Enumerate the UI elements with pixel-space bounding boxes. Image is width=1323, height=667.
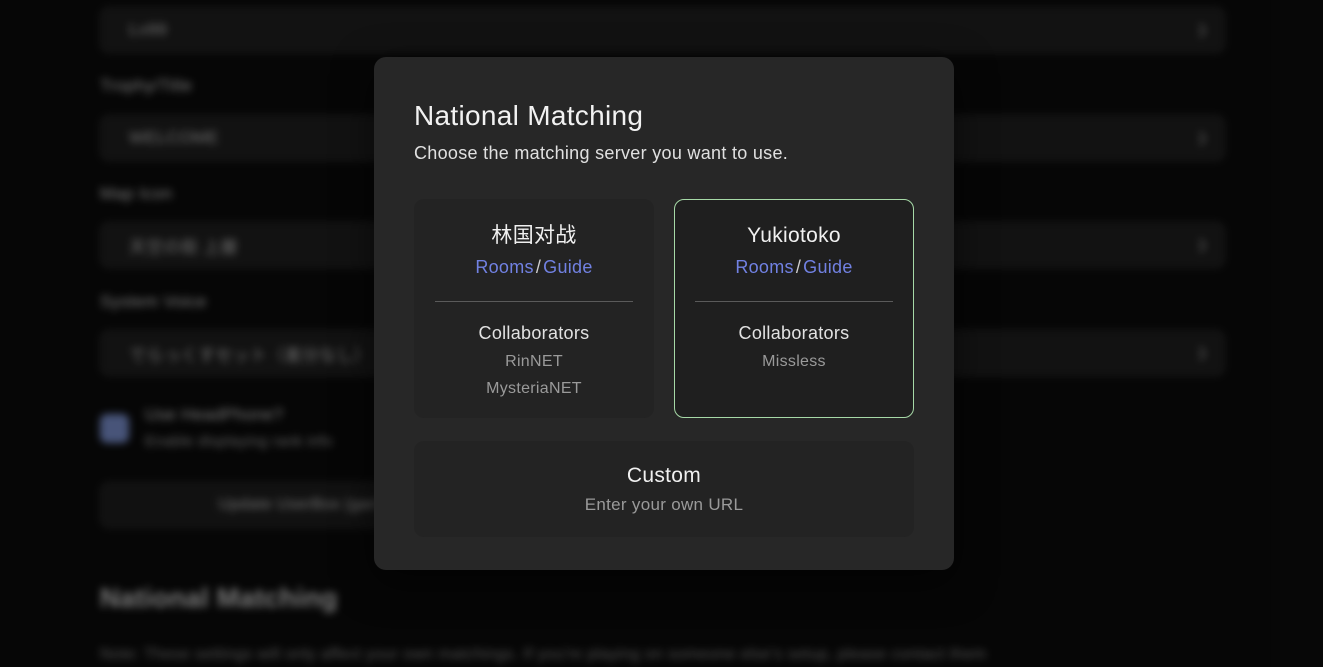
collaborators-list: Missless — [675, 348, 913, 375]
rooms-link[interactable]: Rooms — [475, 257, 534, 277]
server-card-yukiotoko[interactable]: Yukiotoko Rooms/Guide Collaborators Miss… — [674, 199, 914, 418]
rooms-link[interactable]: Rooms — [735, 257, 794, 277]
collaborators-list: RinNET MysteriaNET — [415, 348, 653, 402]
guide-link[interactable]: Guide — [543, 257, 593, 277]
server-name: Yukiotoko — [675, 224, 913, 248]
link-separator: / — [534, 257, 543, 277]
collaborator-name: RinNET — [415, 348, 653, 375]
server-options: 林国对战 Rooms/Guide Collaborators RinNET My… — [414, 199, 914, 418]
page: Lv99 ❯ Trophy/Title WELCOME ❯ Map Icon 天… — [0, 0, 1323, 667]
custom-title: Custom — [627, 464, 701, 488]
collaborators-heading: Collaborators — [415, 321, 653, 345]
card-divider — [695, 301, 893, 302]
modal-subtitle: Choose the matching server you want to u… — [414, 142, 914, 165]
server-links: Rooms/Guide — [415, 255, 653, 279]
card-divider — [435, 301, 633, 302]
custom-subtitle: Enter your own URL — [585, 495, 743, 515]
link-separator: / — [794, 257, 803, 277]
custom-server-card[interactable]: Custom Enter your own URL — [414, 441, 914, 537]
server-name: 林国对战 — [415, 224, 653, 248]
guide-link[interactable]: Guide — [803, 257, 853, 277]
server-links: Rooms/Guide — [675, 255, 913, 279]
collaborators-heading: Collaborators — [675, 321, 913, 345]
collaborator-name: MysteriaNET — [415, 375, 653, 402]
server-card-linguoduizhan[interactable]: 林国对战 Rooms/Guide Collaborators RinNET My… — [414, 199, 654, 418]
collaborator-name: Missless — [675, 348, 913, 375]
national-matching-modal: National Matching Choose the matching se… — [374, 57, 954, 570]
modal-title: National Matching — [414, 99, 914, 133]
